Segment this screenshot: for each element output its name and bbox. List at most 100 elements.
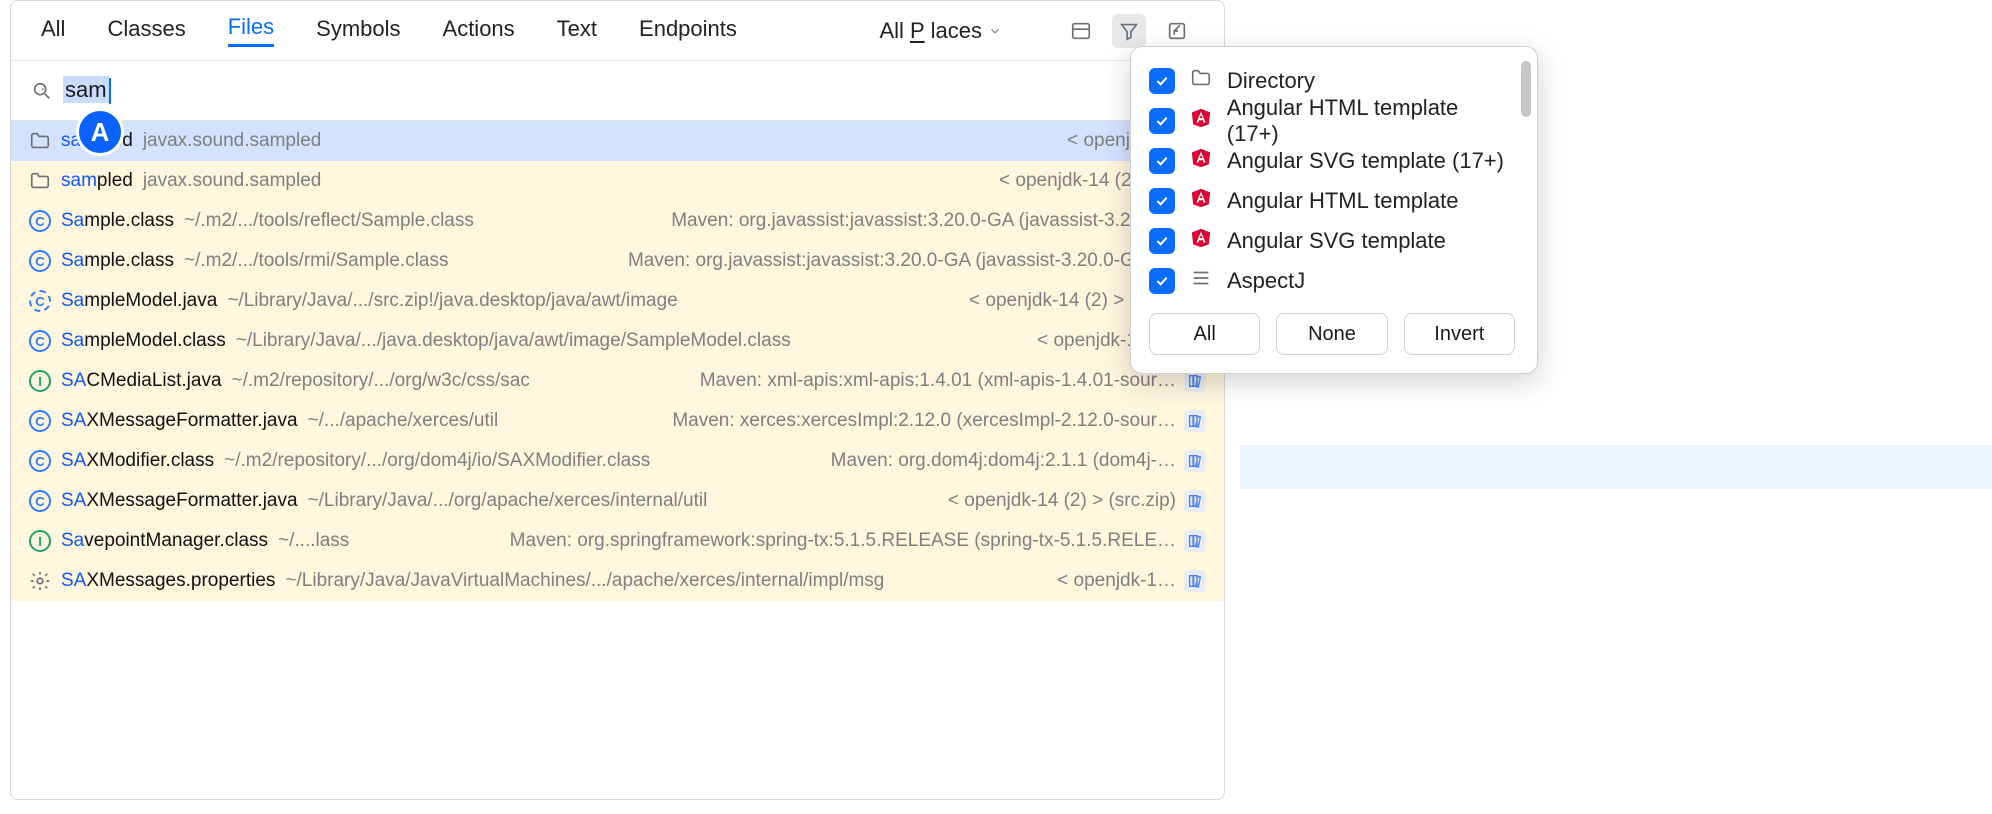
- filter-item-label: Angular HTML template (17+): [1227, 95, 1515, 147]
- result-path: ~/.m2/repository/.../org/w3c/css/sac: [232, 370, 530, 392]
- result-row[interactable]: sampled javax.sound.sampled< openjdk-14 …: [11, 121, 1224, 161]
- filter-item[interactable]: Angular HTML template (17+): [1149, 101, 1515, 141]
- library-badge-icon: [1184, 490, 1206, 512]
- result-name: Sample.class: [61, 250, 174, 272]
- gear-icon: [29, 570, 51, 592]
- filter-item-label: Angular HTML template: [1227, 188, 1459, 214]
- angular-icon: [1190, 227, 1212, 249]
- filter-item[interactable]: Angular HTML template: [1149, 181, 1515, 221]
- interface-file-icon: I: [29, 530, 51, 552]
- class-source-icon: C: [29, 290, 51, 312]
- tab-endpoints[interactable]: Endpoints: [639, 16, 737, 46]
- result-location: Maven: org.dom4j:dom4j:2.1.1 (dom4j-…: [831, 450, 1206, 472]
- angular-icon: [1190, 107, 1212, 129]
- result-row[interactable]: CSampleModel.java ~/Library/Java/.../src…: [11, 281, 1224, 321]
- folder-icon: [29, 170, 51, 192]
- result-location: Maven: org.javassist:javassist:3.20.0-GA…: [628, 250, 1206, 272]
- result-location: Maven: xerces:xercesImpl:2.12.0 (xercesI…: [672, 410, 1206, 432]
- tab-all[interactable]: All: [41, 16, 65, 46]
- result-location: < openjdk-1…: [1057, 570, 1206, 592]
- result-name: SAXMessageFormatter.java: [61, 410, 298, 432]
- angular-icon: [1190, 187, 1212, 209]
- toolbar-icons: [1064, 14, 1194, 48]
- search-input[interactable]: sam: [63, 77, 111, 104]
- scope-label-mn: P: [910, 18, 925, 44]
- preview-toggle-button[interactable]: [1064, 14, 1098, 48]
- result-name: Sample.class: [61, 210, 174, 232]
- tab-actions[interactable]: Actions: [443, 16, 515, 46]
- scope-label-prefix: All: [880, 18, 904, 44]
- filter-item[interactable]: Angular SVG template: [1149, 221, 1515, 261]
- library-badge-icon: [1184, 530, 1206, 552]
- chevron-down-icon: [988, 24, 1002, 38]
- checkbox[interactable]: [1149, 108, 1175, 134]
- result-name: SampleModel.class: [61, 330, 226, 352]
- result-row[interactable]: CSAXMessageFormatter.java ~/Library/Java…: [11, 481, 1224, 521]
- filter-item[interactable]: AspectJ: [1149, 261, 1515, 301]
- scrollbar[interactable]: [1521, 61, 1531, 117]
- filter-none-button[interactable]: None: [1276, 313, 1387, 355]
- result-row[interactable]: sampled javax.sound.sampled< openjdk-14 …: [11, 161, 1224, 201]
- checkbox[interactable]: [1149, 68, 1175, 94]
- result-name: SAXMessages.properties: [61, 570, 275, 592]
- search-everywhere-panel: All Classes Files Symbols Actions Text E…: [10, 0, 1225, 800]
- filter-item[interactable]: Angular SVG template (17+): [1149, 141, 1515, 181]
- callout-bubble: A: [76, 108, 124, 156]
- open-in-tool-window-button[interactable]: [1160, 14, 1194, 48]
- tab-files[interactable]: Files: [228, 14, 274, 47]
- checkbox[interactable]: [1149, 148, 1175, 174]
- list-icon: [1190, 267, 1212, 289]
- interface-file-icon: I: [29, 370, 51, 392]
- result-location: < openjdk-14 (2) > (src.zip): [948, 490, 1206, 512]
- result-path: ~/....lass: [278, 530, 349, 552]
- class-file-icon: C: [29, 250, 51, 272]
- tab-classes[interactable]: Classes: [107, 16, 185, 46]
- filter-item-label: Angular SVG template (17+): [1227, 148, 1504, 174]
- result-path: ~/Library/Java/.../src.zip!/java.desktop…: [227, 290, 677, 312]
- result-location: Maven: org.springframework:spring-tx:5.1…: [510, 530, 1206, 552]
- result-name: sampled: [61, 170, 133, 192]
- text-caret: [109, 78, 111, 104]
- tab-symbols[interactable]: Symbols: [316, 16, 400, 46]
- filter-invert-button[interactable]: Invert: [1404, 313, 1515, 355]
- result-location: Maven: xml-apis:xml-apis:1.4.01 (xml-api…: [700, 370, 1206, 392]
- funnel-icon: [1118, 20, 1140, 42]
- result-location: Maven: org.javassist:javassist:3.20.0-GA…: [671, 210, 1206, 232]
- result-name: SAXModifier.class: [61, 450, 214, 472]
- filter-all-button[interactable]: All: [1149, 313, 1260, 355]
- result-path: ~/Library/Java/.../org/apache/xerces/int…: [308, 490, 708, 512]
- layout-icon: [1070, 20, 1092, 42]
- filter-button[interactable]: [1112, 14, 1146, 48]
- filter-item-label: Angular SVG template: [1227, 228, 1446, 254]
- selection-highlight-band: [1240, 445, 1992, 489]
- result-path: ~/Library/Java/JavaVirtualMachines/.../a…: [285, 570, 884, 592]
- checkbox[interactable]: [1149, 188, 1175, 214]
- result-name: SavepointManager.class: [61, 530, 268, 552]
- filter-item-label: AspectJ: [1227, 268, 1305, 294]
- scope-dropdown[interactable]: All Places: [880, 18, 1003, 44]
- result-row[interactable]: C SAXModifier.class ~/.m2/repository/.../…: [11, 441, 1224, 481]
- checkbox[interactable]: [1149, 268, 1175, 294]
- result-row[interactable]: ISACMediaList.java ~/.m2/repository/.../…: [11, 361, 1224, 401]
- class-file-icon: C: [29, 410, 51, 432]
- result-path: ~/.m2/.../tools/reflect/Sample.class: [184, 210, 474, 232]
- result-row[interactable]: CSample.class ~/.m2/.../tools/reflect/Sa…: [11, 201, 1224, 241]
- result-row[interactable]: CSample.class ~/.m2/.../tools/rmi/Sample…: [11, 241, 1224, 281]
- folder-icon: [1190, 67, 1212, 89]
- class-file-icon: C: [29, 450, 51, 472]
- result-row[interactable]: CSAXMessageFormatter.java ~/.../apache/x…: [11, 401, 1224, 441]
- search-row: sam: [11, 61, 1224, 121]
- result-path: ~/.m2/repository/.../org/dom4j/io/SAXMod…: [224, 450, 650, 472]
- checkbox[interactable]: [1149, 228, 1175, 254]
- result-path: ~/Library/Java/.../java.desktop/java/awt…: [236, 330, 791, 352]
- library-badge-icon: [1184, 450, 1206, 472]
- class-file-icon: C: [29, 490, 51, 512]
- result-row[interactable]: I SavepointManager.class ~/....lass Maven:…: [11, 521, 1224, 561]
- filter-item-label: Directory: [1227, 68, 1315, 94]
- tab-text[interactable]: Text: [557, 16, 597, 46]
- angular-icon: [1190, 147, 1212, 169]
- library-badge-icon: [1184, 410, 1206, 432]
- class-file-icon: C: [29, 330, 51, 352]
- result-row[interactable]: C SampleModel.class ~/Library/Java/.../ja…: [11, 321, 1224, 361]
- result-row[interactable]: SAXMessages.properties ~/Library/Java/Ja…: [11, 561, 1224, 601]
